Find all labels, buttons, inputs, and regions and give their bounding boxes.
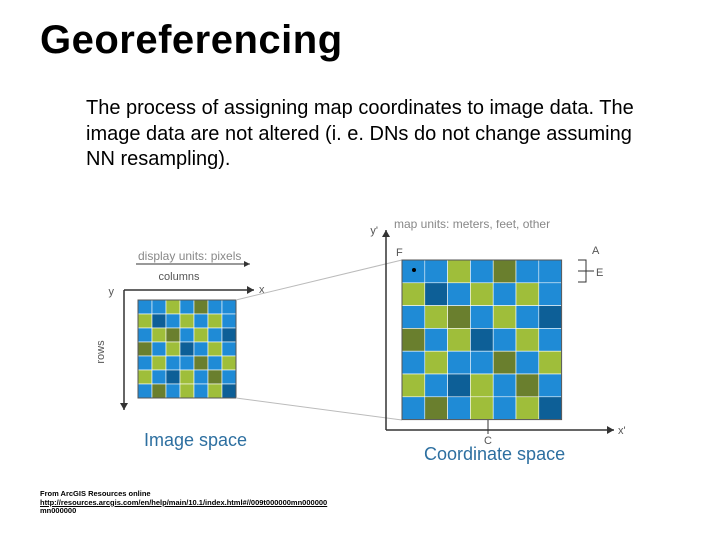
left-y-axis-label: y xyxy=(109,286,115,298)
attribution: From ArcGIS Resources online http://reso… xyxy=(40,490,400,516)
page-title: Georeferencing xyxy=(40,18,343,63)
label-E: E xyxy=(596,267,603,279)
body-text: The process of assigning map coordinates… xyxy=(86,96,646,173)
map-units-label: map units: meters, feet, other xyxy=(394,220,550,231)
display-units-label: display units: pixels xyxy=(138,249,241,263)
label-F: F xyxy=(396,247,403,259)
attribution-tail: mn000000 xyxy=(40,506,76,515)
attribution-link[interactable]: http://resources.arcgis.com/en/help/main… xyxy=(40,498,327,507)
image-space-group: y x display units: pixels columns rows I… xyxy=(95,249,265,450)
label-A: A xyxy=(592,245,600,257)
right-y-axis-label: y' xyxy=(370,225,378,237)
columns-label: columns xyxy=(159,271,200,283)
slide: Georeferencing The process of assigning … xyxy=(0,0,720,540)
coordinate-space-caption: Coordinate space xyxy=(424,444,565,464)
rows-label: rows xyxy=(95,340,107,364)
right-x-axis-label: x' xyxy=(618,425,626,437)
coordinate-space-group: x' y' map units: meters, feet, other F C… xyxy=(370,220,625,464)
image-space-caption: Image space xyxy=(144,430,247,450)
georeferencing-diagram: y x display units: pixels columns rows I… xyxy=(84,220,644,480)
